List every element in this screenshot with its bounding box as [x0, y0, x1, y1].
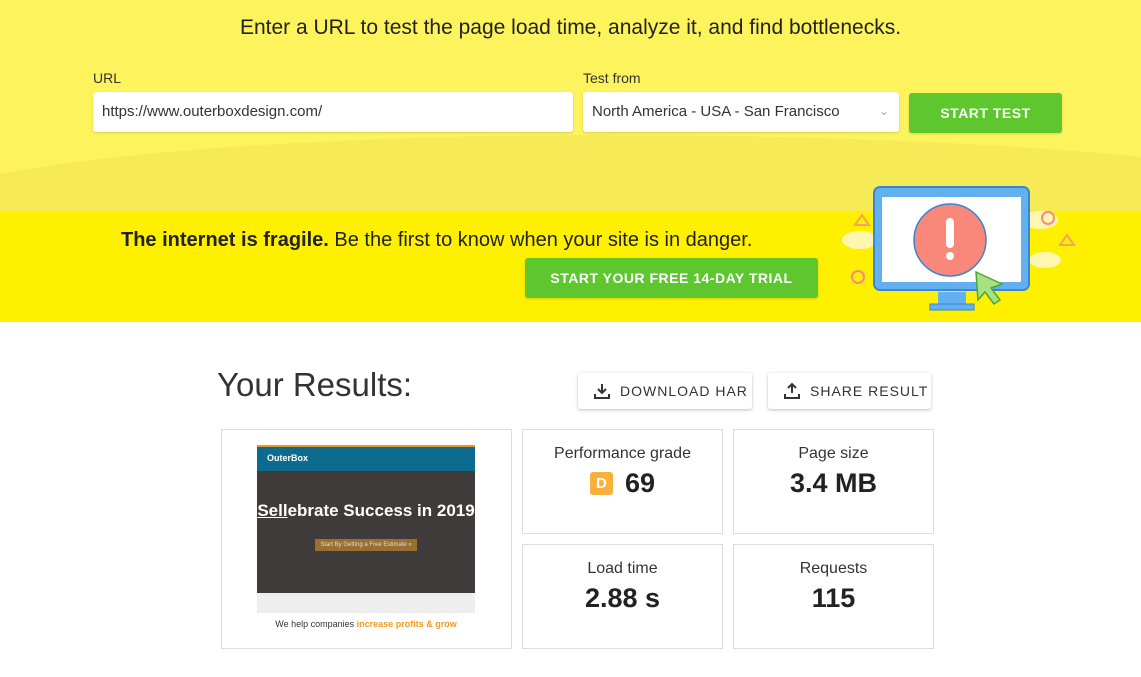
banner-rest: Be the first to know when your site is i… — [328, 229, 753, 251]
promo-banner: The internet is fragile. Be the first to… — [0, 186, 1141, 322]
screenshot-headline: Sellebrate Success in 2019 — [257, 501, 475, 521]
banner-text: The internet is fragile. Be the first to… — [121, 229, 752, 252]
metric-label: Requests — [799, 560, 868, 577]
chevron-down-icon: ⌄ — [878, 104, 889, 118]
metric-page-size: Page size 3.4 MB — [733, 429, 934, 534]
download-icon — [594, 384, 610, 399]
test-from-label: Test from — [583, 70, 641, 86]
tagline-highlight: increase profits & grow — [356, 619, 457, 629]
metric-value: 3.4 MB — [789, 468, 878, 498]
headline-underlined: Sell — [257, 501, 288, 520]
url-label: URL — [93, 70, 122, 86]
metric-label: Page size — [798, 445, 869, 462]
metric-requests: Requests 115 — [733, 544, 934, 649]
download-har-label: DOWNLOAD HAR — [620, 383, 748, 399]
page-screenshot-card: OuterBox Sellebrate Success in 2019 Star… — [221, 429, 512, 649]
share-icon — [784, 382, 800, 399]
metric-load-time: Load time 2.88 s — [522, 544, 723, 649]
metric-performance-grade: Performance grade D 69 — [522, 429, 723, 534]
url-input[interactable]: https://www.outerboxdesign.com/ — [93, 92, 573, 132]
grade-badge: D — [589, 472, 613, 495]
share-result-label: SHARE RESULT — [810, 383, 929, 399]
headline-rest: ebrate Success in 2019 — [287, 501, 475, 520]
tagline: We help companies — [275, 619, 357, 629]
free-trial-button[interactable]: START YOUR FREE 14-DAY TRIAL — [525, 258, 818, 298]
test-from-select[interactable]: North America - USA - San Francisco ⌄ — [583, 92, 899, 132]
metric-value: 115 — [811, 583, 856, 613]
screenshot-cta: Start By Getting a Free Estimate » — [315, 539, 417, 551]
screenshot-logo: OuterBox — [257, 445, 475, 471]
share-result-button[interactable]: SHARE RESULT — [768, 373, 931, 409]
banner-bold: The internet is fragile. — [121, 229, 329, 251]
results-title: Your Results: — [217, 366, 413, 403]
page-screenshot: OuterBox Sellebrate Success in 2019 Star… — [257, 445, 475, 633]
test-from-value: North America - USA - San Francisco — [592, 103, 840, 120]
metric-label: Load time — [587, 560, 658, 577]
download-har-button[interactable]: DOWNLOAD HAR — [578, 373, 752, 409]
metric-value: 69 — [624, 468, 656, 498]
metric-label: Performance grade — [554, 445, 691, 462]
start-test-button[interactable]: START TEST — [909, 93, 1062, 133]
metric-value: 2.88 s — [584, 583, 661, 613]
screenshot-tagline: We help companies increase profits & gro… — [257, 613, 475, 629]
monitor-alert-illustration — [842, 186, 1076, 311]
page-headline: Enter a URL to test the page load time, … — [239, 16, 902, 39]
